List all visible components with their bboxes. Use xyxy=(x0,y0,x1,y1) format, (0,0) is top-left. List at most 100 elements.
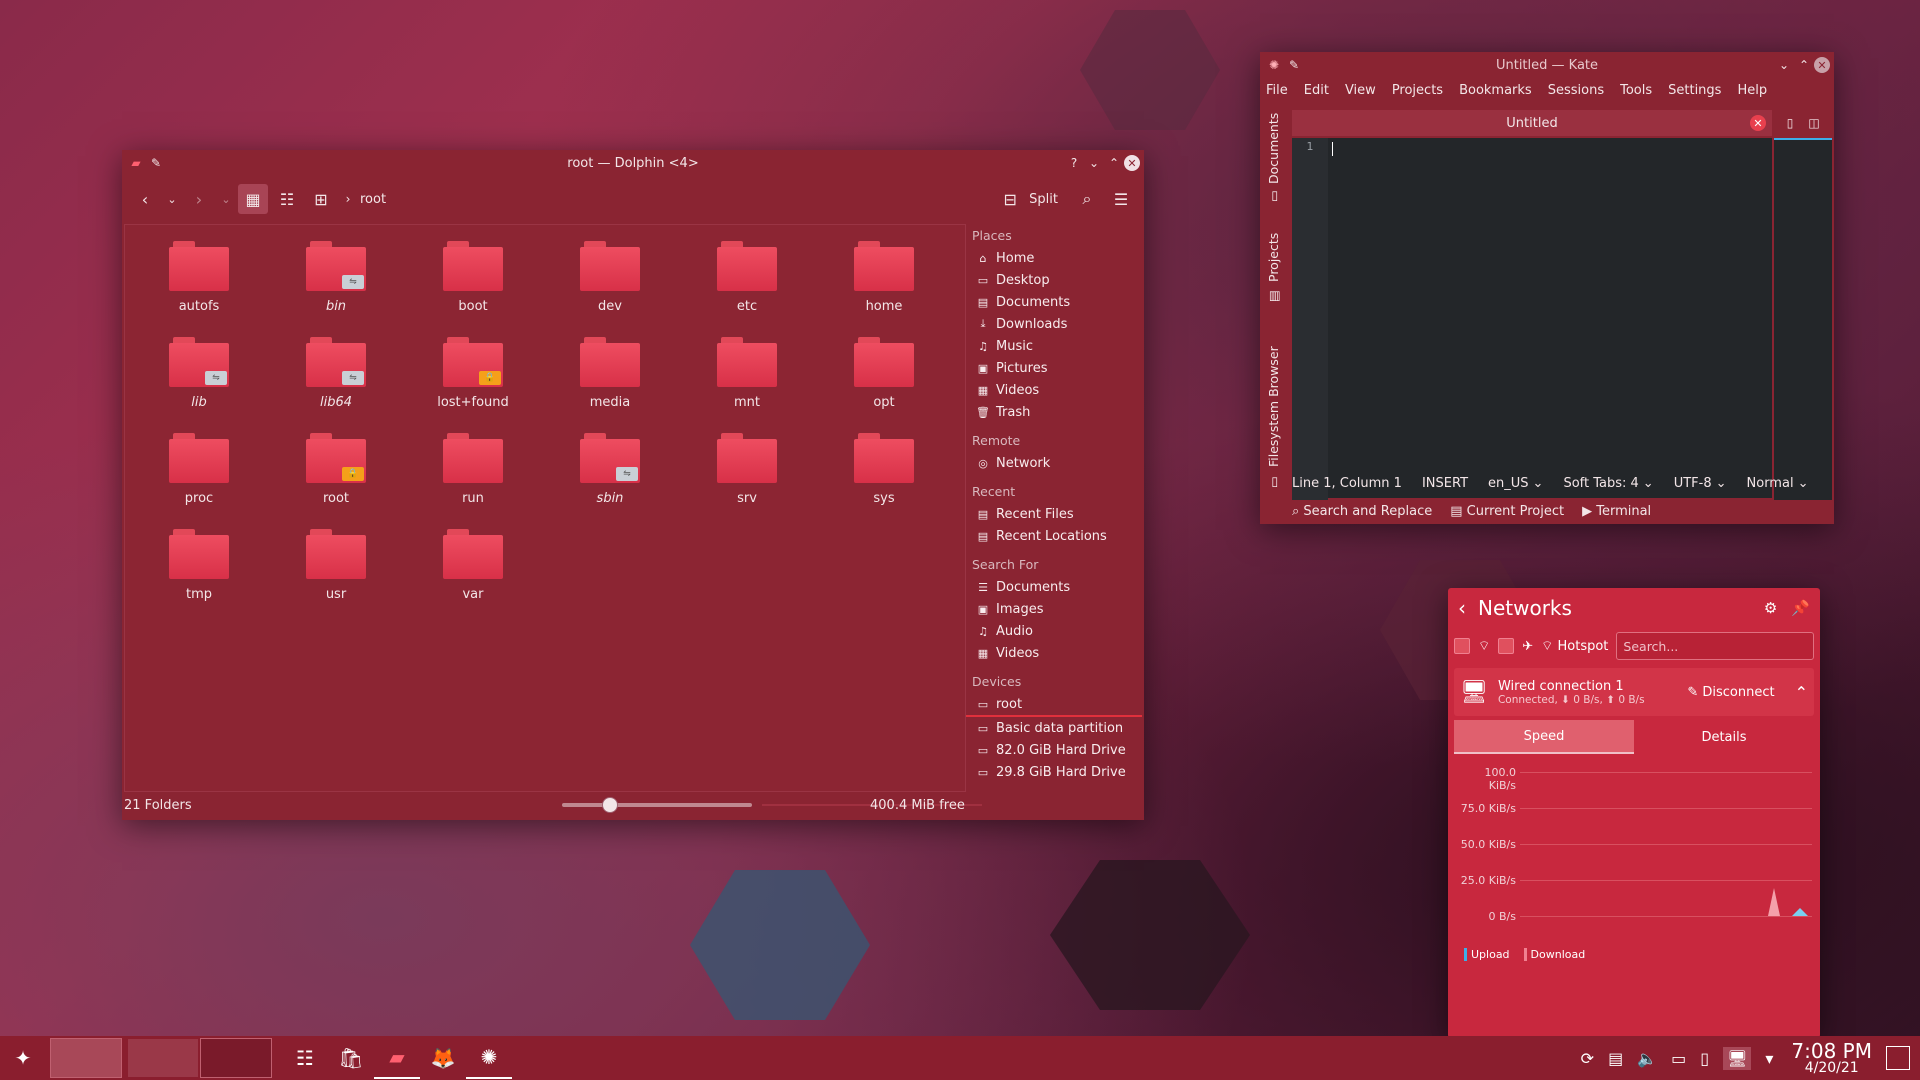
pin-icon[interactable]: ✎ xyxy=(146,153,166,173)
kate-taskbar-icon[interactable]: ✺ xyxy=(466,1037,512,1079)
places-item[interactable]: ▭ root xyxy=(966,693,1142,717)
close-button[interactable]: ✕ xyxy=(1124,155,1140,171)
document-tab[interactable]: Untitled ✕ xyxy=(1292,110,1772,136)
places-item[interactable]: ♫ Music xyxy=(966,335,1142,357)
pager-desktop-1[interactable] xyxy=(50,1038,122,1078)
folder-item[interactable]: proc xyxy=(149,433,249,523)
menu-item[interactable]: Settings xyxy=(1668,83,1721,98)
folder-item[interactable]: run xyxy=(423,433,523,523)
minimize-icon[interactable]: ⌄ xyxy=(1084,153,1104,173)
configure-icon[interactable]: ⚙ xyxy=(1764,599,1777,617)
back-icon[interactable]: ‹ xyxy=(130,184,160,214)
folder-item[interactable]: dev xyxy=(560,241,660,331)
folder-item[interactable]: 🔒 root xyxy=(286,433,386,523)
split-icon[interactable]: ⊟ xyxy=(995,184,1025,214)
pin-icon[interactable]: 📌 xyxy=(1791,599,1810,617)
places-item[interactable]: ▦ Videos xyxy=(966,642,1142,664)
wifi-checkbox[interactable] xyxy=(1454,638,1470,654)
folder-item[interactable]: ⇋ lib64 xyxy=(286,337,386,427)
tab-filesystem-browser[interactable]: Filesystem Browser xyxy=(1266,346,1281,467)
menu-item[interactable]: View xyxy=(1345,83,1376,98)
places-item[interactable]: ▭ Desktop xyxy=(966,269,1142,291)
folder-item[interactable]: ⇋ bin xyxy=(286,241,386,331)
system-settings-icon[interactable]: ☷ xyxy=(282,1038,328,1078)
hotspot-button[interactable]: ⌔ Hotspot xyxy=(1541,638,1608,654)
places-item[interactable]: ▤ Documents xyxy=(966,291,1142,313)
tab-details[interactable]: Details xyxy=(1634,720,1814,754)
icons-view-icon[interactable]: ▦ xyxy=(238,184,268,214)
forward-history-icon[interactable]: ⌄ xyxy=(218,184,234,214)
disconnect-button[interactable]: ✎ Disconnect xyxy=(1687,685,1774,700)
folder-item[interactable]: mnt xyxy=(697,337,797,427)
folder-item[interactable]: srv xyxy=(697,433,797,523)
application-launcher-icon[interactable]: ✦ xyxy=(0,1038,46,1078)
minimize-icon[interactable]: ⌄ xyxy=(1774,55,1794,75)
help-icon[interactable]: ? xyxy=(1064,153,1084,173)
hamburger-menu-icon[interactable]: ☰ xyxy=(1106,184,1136,214)
places-item[interactable]: ⤓ Downloads xyxy=(966,313,1142,335)
collapse-icon[interactable]: ⌃ xyxy=(1795,683,1808,702)
folder-item[interactable]: 🔒 lost+found xyxy=(423,337,523,427)
places-item[interactable]: ▭ 29.8 GiB Hard Drive xyxy=(966,761,1142,783)
terminal-tab[interactable]: ▶ Terminal xyxy=(1582,504,1651,519)
file-view[interactable]: autofs ⇋ bin boot dev etc home ⇋ lib ⇋ lib64 🔒 lost+… xyxy=(124,224,966,792)
folder-item[interactable]: var xyxy=(423,529,523,619)
discover-icon[interactable]: 🛍 xyxy=(328,1038,374,1078)
connection-item[interactable]: 🖥 Wired connection 1 Connected, ⬇ 0 B/s,… xyxy=(1454,668,1814,716)
maximize-icon[interactable]: ⌃ xyxy=(1104,153,1124,173)
menu-item[interactable]: Tools xyxy=(1620,83,1652,98)
folder-item[interactable]: home xyxy=(834,241,934,331)
expand-tray-icon[interactable]: ▾ xyxy=(1765,1049,1773,1068)
pager-desktop-2[interactable] xyxy=(128,1039,198,1077)
text-editor[interactable]: 1 xyxy=(1292,138,1772,500)
menu-item[interactable]: Bookmarks xyxy=(1459,83,1532,98)
tab-documents[interactable]: Documents xyxy=(1266,113,1281,184)
mode-selector[interactable]: Normal xyxy=(1747,476,1794,491)
folder-item[interactable]: usr xyxy=(286,529,386,619)
folder-item[interactable]: autofs xyxy=(149,241,249,331)
menu-item[interactable]: Help xyxy=(1737,83,1767,98)
dolphin-titlebar[interactable]: ▰ ✎ root — Dolphin <4> ? ⌄ ⌃ ✕ xyxy=(122,150,1144,176)
zoom-slider[interactable] xyxy=(562,797,752,813)
updates-icon[interactable]: ⟳ xyxy=(1581,1049,1594,1068)
search-input[interactable]: Search... xyxy=(1616,632,1814,660)
dictionary-selector[interactable]: en_US xyxy=(1488,476,1529,491)
show-desktop-icon[interactable] xyxy=(1886,1046,1910,1070)
places-item[interactable]: ▤ Recent Locations xyxy=(966,525,1142,547)
new-document-icon[interactable]: ▯ xyxy=(1780,113,1800,133)
battery-icon[interactable]: ▯ xyxy=(1700,1049,1709,1068)
back-icon[interactable]: ‹ xyxy=(1458,596,1466,620)
folder-item[interactable]: ⇋ sbin xyxy=(560,433,660,523)
places-item[interactable]: ◎ Network xyxy=(966,452,1142,474)
close-button[interactable]: ✕ xyxy=(1814,57,1830,73)
places-item[interactable]: ▣ Images xyxy=(966,598,1142,620)
pager-desktop-3[interactable] xyxy=(200,1038,272,1078)
airplane-checkbox[interactable] xyxy=(1498,638,1515,654)
folder-item[interactable]: opt xyxy=(834,337,934,427)
places-item[interactable]: ▭ 82.0 GiB Hard Drive xyxy=(966,739,1142,761)
firefox-icon[interactable]: 🦊 xyxy=(420,1038,466,1078)
volume-icon[interactable]: 🔈 xyxy=(1637,1049,1657,1068)
back-history-icon[interactable]: ⌄ xyxy=(164,184,180,214)
close-tab-button[interactable]: ✕ xyxy=(1750,115,1766,131)
split-button[interactable]: Split xyxy=(1029,192,1058,207)
folder-item[interactable]: media xyxy=(560,337,660,427)
places-item[interactable]: 🗑 Trash xyxy=(966,401,1142,423)
folder-item[interactable]: etc xyxy=(697,241,797,331)
menu-item[interactable]: Projects xyxy=(1392,83,1443,98)
folder-item[interactable]: sys xyxy=(834,433,934,523)
places-item[interactable]: ▦ Videos xyxy=(966,379,1142,401)
cursor-position[interactable]: Line 1, Column 1 xyxy=(1292,476,1402,491)
folder-item[interactable]: tmp xyxy=(149,529,249,619)
dolphin-taskbar-icon[interactable]: ▰ xyxy=(374,1037,420,1079)
places-item[interactable]: ♫ Audio xyxy=(966,620,1142,642)
kate-titlebar[interactable]: ✺ ✎ Untitled — Kate ⌄ ⌃ ✕ xyxy=(1260,52,1834,78)
search-replace-tab[interactable]: ⌕ Search and Replace xyxy=(1292,504,1432,519)
clock[interactable]: 7:08 PM 4/20/21 xyxy=(1791,1041,1872,1075)
split-view-icon[interactable]: ◫ xyxy=(1804,113,1824,133)
pin-icon[interactable]: ✎ xyxy=(1284,55,1304,75)
search-icon[interactable]: ⌕ xyxy=(1072,184,1102,214)
zoom-slider-handle[interactable] xyxy=(602,797,618,813)
places-item[interactable]: ⌂ Home xyxy=(966,247,1142,269)
compact-view-icon[interactable]: ⊞ xyxy=(306,184,336,214)
